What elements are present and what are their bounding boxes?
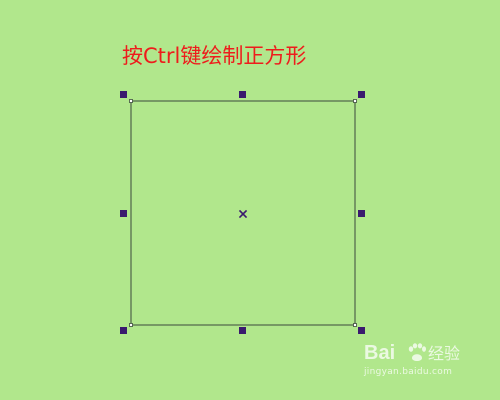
watermark-brand-text: 经验 [428, 344, 461, 363]
corner-node [353, 323, 357, 327]
handle-top-right[interactable] [358, 91, 365, 98]
handle-middle-left[interactable] [120, 210, 127, 217]
corner-node [353, 99, 357, 103]
watermark-url-text: jingyan.baidu.com [364, 367, 453, 377]
handle-middle-right[interactable] [358, 210, 365, 217]
handle-bottom-center[interactable] [239, 327, 246, 334]
baidu-jingyan-watermark: Bai 经验 jingyan.baidu.com [364, 342, 476, 382]
drawing-canvas[interactable] [0, 0, 500, 400]
corner-node [129, 323, 133, 327]
handle-top-left[interactable] [120, 91, 127, 98]
watermark-logo-text: Bai [364, 342, 396, 364]
paw-icon [408, 343, 426, 361]
handle-bottom-right[interactable] [358, 327, 365, 334]
canvas-area[interactable]: 按Ctrl键绘制正方形 Bai 经验 jingyan.baidu.com [0, 0, 500, 400]
x-center-icon[interactable] [238, 209, 248, 219]
corner-node [129, 99, 133, 103]
handle-top-center[interactable] [239, 91, 246, 98]
handle-bottom-left[interactable] [120, 327, 127, 334]
